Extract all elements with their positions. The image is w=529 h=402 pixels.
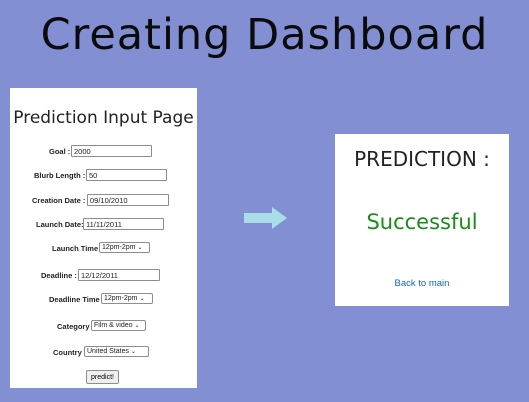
launch-date-label: Launch Date: xyxy=(36,220,84,229)
creation-date-label: Creation Date : xyxy=(32,196,86,205)
prediction-result-panel: PREDICTION : Successful Back to main xyxy=(335,134,509,306)
goal-label: Goal : xyxy=(49,147,71,156)
deadline-input[interactable]: 12/12/2011 xyxy=(78,269,160,281)
launch-time-label: Launch Time xyxy=(52,244,99,253)
deadline-time-value: 12pm-2pm xyxy=(104,295,138,302)
slide-title: Creating Dashboard xyxy=(40,10,489,60)
country-label: Country xyxy=(53,348,82,357)
chevron-down-icon: ⌄ xyxy=(134,323,140,329)
predict-button[interactable]: predict! xyxy=(86,370,119,384)
blurb-length-label: Blurb Length : xyxy=(34,171,86,180)
launch-date-input[interactable]: 11/11/2011 xyxy=(83,218,164,230)
chevron-down-icon: ⌄ xyxy=(131,349,137,355)
goal-input[interactable]: 2000 xyxy=(71,145,152,157)
prediction-title: PREDICTION : xyxy=(354,147,490,171)
form-title: Prediction Input Page xyxy=(13,108,194,128)
category-value: Film & video xyxy=(94,322,133,329)
country-value: United States xyxy=(87,348,130,355)
prediction-status: Successful xyxy=(366,210,478,234)
launch-time-value: 12pm-2pm xyxy=(102,244,136,251)
prediction-input-panel: Prediction Input Page Goal : 2000 Blurb … xyxy=(10,88,197,388)
category-select[interactable]: Film & video ⌄ xyxy=(91,320,146,331)
category-label: Category xyxy=(57,322,90,331)
back-to-main-link[interactable]: Back to main xyxy=(335,278,509,289)
chevron-down-icon: ⌄ xyxy=(139,296,145,302)
deadline-time-label: Deadline Time xyxy=(49,295,100,304)
chevron-down-icon: ⌄ xyxy=(137,245,143,251)
deadline-label: Deadline : xyxy=(41,271,77,280)
creation-date-input[interactable]: 09/10/2010 xyxy=(87,194,169,206)
blurb-length-input[interactable]: 50 xyxy=(86,169,167,181)
deadline-time-select[interactable]: 12pm-2pm ⌄ xyxy=(101,293,153,304)
right-arrow-icon xyxy=(244,207,287,229)
country-select[interactable]: United States ⌄ xyxy=(84,346,149,357)
launch-time-select[interactable]: 12pm-2pm ⌄ xyxy=(99,242,150,253)
